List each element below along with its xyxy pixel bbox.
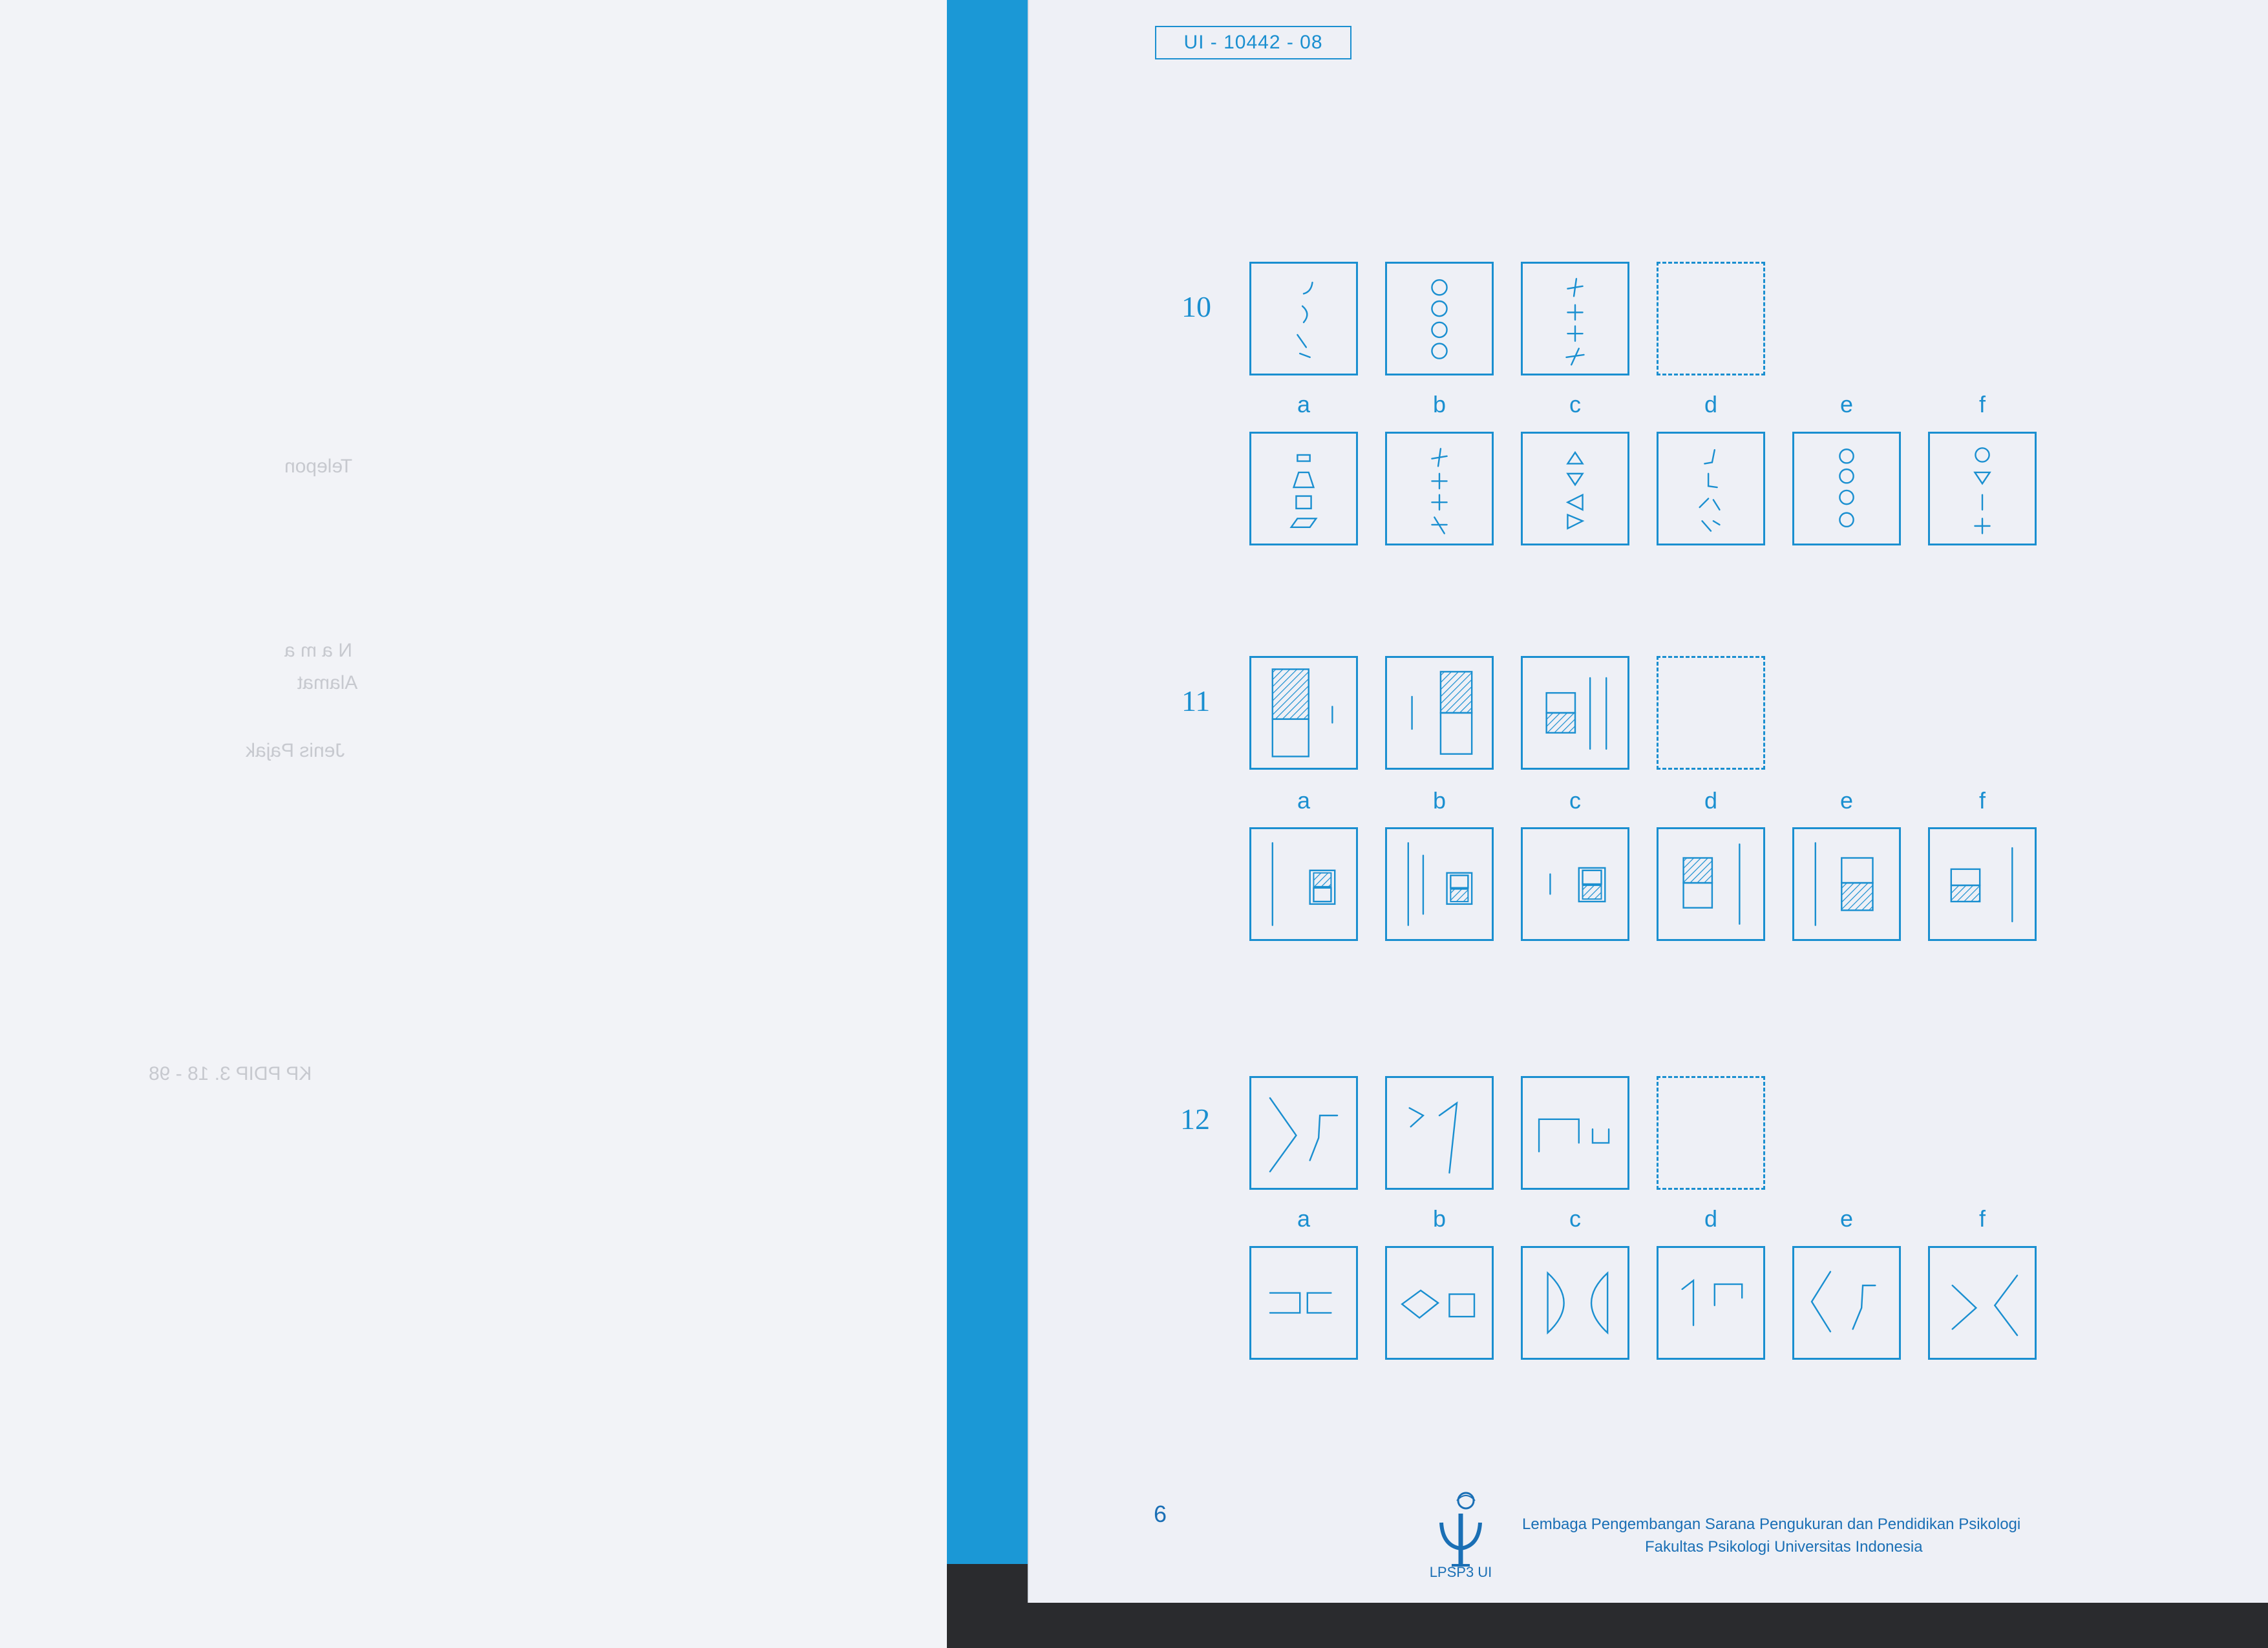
- q12-stimulus-1-figure: [1269, 1097, 1339, 1172]
- q10-answer-slot[interactable]: [1657, 262, 1765, 375]
- q12-option-e[interactable]: [1792, 1246, 1901, 1360]
- q11-option-e[interactable]: [1792, 827, 1901, 941]
- q11-option-a-label: a: [1297, 787, 1311, 814]
- q12-stimulus-2: [1385, 1076, 1494, 1190]
- q10-option-e-label: e: [1839, 391, 1854, 417]
- q11-answer-slot[interactable]: [1657, 656, 1765, 770]
- ghost-tax-label: Jenis Pajak: [246, 740, 345, 761]
- q12-option-f[interactable]: [1928, 1246, 2037, 1360]
- question-number-10: 10: [1182, 290, 1211, 323]
- q10-option-e[interactable]: [1792, 432, 1901, 545]
- q12-option-a-label: a: [1297, 1205, 1311, 1232]
- logo-caption: LPSP3 UI: [1429, 1564, 1492, 1580]
- ghost-name-label: N a m a: [284, 640, 353, 661]
- q11-option-c[interactable]: [1521, 827, 1629, 941]
- q11-stimulus-1-figure: [1271, 668, 1333, 757]
- q11-option-d-label: d: [1704, 787, 1718, 814]
- q12-option-d-label: d: [1704, 1205, 1718, 1232]
- footer-institution: Lembaga Pengembangan Sarana Pengukuran d…: [1522, 1516, 2021, 1533]
- q12-option-e-label: e: [1839, 1205, 1854, 1232]
- q12-stimulus-3-figure: [1538, 1118, 1610, 1153]
- q12-option-d[interactable]: [1657, 1246, 1765, 1360]
- q10-option-d[interactable]: [1657, 432, 1765, 545]
- q12-answer-slot[interactable]: [1657, 1076, 1765, 1190]
- q11-option-b-label: b: [1432, 787, 1447, 814]
- q12-stimulus-2-figure: [1408, 1101, 1458, 1174]
- question-number-11: 11: [1182, 684, 1211, 717]
- q10-option-b-label: b: [1432, 391, 1447, 417]
- q12-option-b-figure: [1401, 1289, 1476, 1319]
- q12-option-c[interactable]: [1521, 1246, 1629, 1360]
- q10-stimulus-2-figure: [1431, 279, 1448, 359]
- q12-option-a[interactable]: [1249, 1246, 1358, 1360]
- q12-option-b-label: b: [1432, 1205, 1447, 1232]
- q10-option-a[interactable]: [1249, 432, 1358, 545]
- q10-option-d-figure: [1699, 449, 1721, 532]
- q11-option-b-figure: [1407, 842, 1473, 926]
- footer-faculty: Fakultas Psikologi Universitas Indonesia: [1645, 1538, 1923, 1556]
- q10-option-a-label: a: [1297, 391, 1311, 417]
- ghost-address-label: Alamat: [297, 672, 358, 693]
- ghost-phone-label: Telepon: [284, 456, 353, 477]
- left-page: Telepon N a m a Alamat Jenis Pajak KP PD…: [0, 0, 947, 1648]
- q11-option-e-label: e: [1839, 787, 1854, 814]
- q11-option-e-figure: [1814, 842, 1874, 926]
- q11-option-a-figure: [1271, 842, 1336, 926]
- q11-stimulus-3: [1521, 656, 1629, 770]
- q12-option-a-figure: [1269, 1292, 1332, 1314]
- q10-stimulus-3: [1521, 262, 1629, 375]
- question-number-12: 12: [1180, 1103, 1210, 1136]
- q11-option-b[interactable]: [1385, 827, 1494, 941]
- q11-option-c-label: c: [1569, 787, 1581, 814]
- q11-option-f-figure: [1950, 847, 2013, 923]
- q12-option-c-figure: [1547, 1271, 1609, 1335]
- q12-option-b[interactable]: [1385, 1246, 1494, 1360]
- q11-stimulus-2-figure: [1411, 671, 1473, 755]
- q11-stimulus-1: [1249, 656, 1358, 770]
- q10-option-c-figure: [1565, 450, 1585, 530]
- q12-stimulus-1: [1249, 1076, 1358, 1190]
- document-code: UI - 10442 - 08: [1155, 26, 1351, 59]
- q10-option-d-label: d: [1704, 391, 1718, 417]
- binding-strip: [947, 0, 1041, 1564]
- q12-option-f-figure: [1951, 1274, 2019, 1336]
- q11-option-d-figure: [1682, 843, 1741, 925]
- q10-option-a-figure: [1289, 454, 1318, 528]
- q10-option-b[interactable]: [1385, 432, 1494, 545]
- q10-stimulus-1: [1249, 262, 1358, 375]
- q11-option-f[interactable]: [1928, 827, 2037, 941]
- q11-option-a[interactable]: [1249, 827, 1358, 941]
- q12-option-d-figure: [1681, 1278, 1743, 1326]
- q10-option-c-label: c: [1569, 391, 1581, 417]
- q10-option-f-figure: [1973, 447, 1991, 534]
- q12-stimulus-3: [1521, 1076, 1629, 1190]
- q10-option-b-figure: [1431, 448, 1448, 534]
- q10-option-f[interactable]: [1928, 432, 2037, 545]
- q10-stimulus-2: [1385, 262, 1494, 375]
- q10-option-f-label: f: [1978, 391, 1986, 417]
- q12-option-f-label: f: [1978, 1205, 1986, 1232]
- q10-option-e-figure: [1839, 449, 1854, 528]
- q11-option-c-figure: [1549, 867, 1606, 903]
- q10-stimulus-1-figure: [1297, 281, 1313, 358]
- page-number: 6: [1154, 1501, 1167, 1527]
- right-page: [1028, 0, 2268, 1603]
- q12-option-e-figure: [1810, 1271, 1876, 1333]
- q10-stimulus-3-figure: [1565, 278, 1585, 366]
- ghost-form-code: KP PDIP 3. 18 - 98: [149, 1063, 312, 1084]
- q11-option-d[interactable]: [1657, 827, 1765, 941]
- q11-stimulus-2: [1385, 656, 1494, 770]
- q11-option-f-label: f: [1978, 787, 1986, 814]
- q11-stimulus-3-figure: [1545, 677, 1607, 750]
- q12-option-c-label: c: [1569, 1205, 1581, 1232]
- q10-option-c[interactable]: [1521, 432, 1629, 545]
